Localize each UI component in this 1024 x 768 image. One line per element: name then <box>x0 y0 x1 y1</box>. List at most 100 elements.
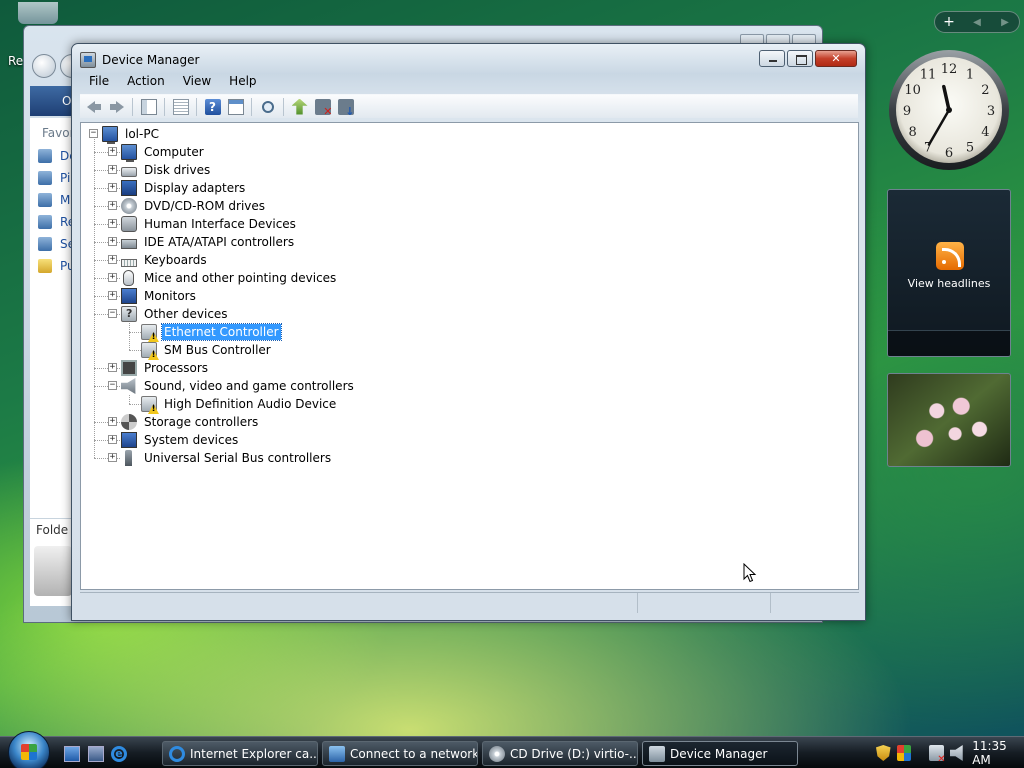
close-button[interactable] <box>815 50 857 67</box>
update-driver-icon <box>291 98 308 115</box>
tree-expand-toggle[interactable]: + <box>108 417 117 426</box>
device-category[interactable]: Mice and other pointing devices <box>121 269 338 287</box>
tree-expand-toggle[interactable]: + <box>108 219 117 228</box>
desktop-icon-label[interactable]: Re <box>8 54 23 68</box>
device-category[interactable]: System devices <box>121 431 240 449</box>
menu-file[interactable]: File <box>80 72 118 92</box>
start-button[interactable] <box>8 731 50 768</box>
taskbar-button-device-manager[interactable]: Device Manager <box>642 741 798 766</box>
clock-gadget[interactable]: 12 1234567891011 <box>887 48 1011 172</box>
search-icon <box>38 237 52 251</box>
tree-expand-toggle[interactable]: + <box>108 237 117 246</box>
device-category[interactable]: Other devices <box>121 305 230 323</box>
menu-action[interactable]: Action <box>118 72 174 92</box>
tree-expand-toggle[interactable]: + <box>108 291 117 300</box>
device-category-label: Monitors <box>144 289 196 303</box>
device-tree[interactable]: − lol-PC + Computer + Disk drives + Display ada… <box>80 122 859 590</box>
security-shield-icon[interactable] <box>876 745 891 761</box>
device-item[interactable]: Ethernet Controller <box>141 323 282 341</box>
usb-device-icon <box>125 450 132 466</box>
device-category-label: Display adapters <box>144 181 246 195</box>
previous-gadgets-icon[interactable]: ◀ <box>963 17 991 28</box>
recycle-bin-icon[interactable] <box>18 2 58 24</box>
taskbar-button-label: Internet Explorer ca... <box>190 746 318 761</box>
tree-expand-toggle[interactable]: + <box>108 453 117 462</box>
tree-root[interactable]: lol-PC <box>102 125 161 144</box>
device-category[interactable]: Display adapters <box>121 179 247 197</box>
tree-expand-toggle[interactable]: − <box>108 381 117 390</box>
tree-expand-toggle[interactable]: − <box>108 309 117 318</box>
device-category[interactable]: Storage controllers <box>121 413 260 431</box>
tree-connector <box>94 139 95 458</box>
tree-expand-toggle[interactable]: + <box>108 363 117 372</box>
tree-expand-toggle[interactable]: + <box>108 435 117 444</box>
device-category-label: Keyboards <box>144 253 207 267</box>
feed-caption[interactable]: View headlines <box>888 277 1010 290</box>
device-item[interactable]: SM Bus Controller <box>141 341 273 359</box>
tree-expand-toggle[interactable]: + <box>108 165 117 174</box>
next-gadgets-icon[interactable]: ▶ <box>991 17 1019 28</box>
taskbar-button-connect-network[interactable]: Connect to a network <box>322 741 478 766</box>
windows-flag-icon[interactable] <box>896 745 912 761</box>
device-category[interactable]: Keyboards <box>121 251 209 269</box>
add-gadget-button[interactable]: + <box>935 14 963 30</box>
cd-drive-icon <box>489 745 505 762</box>
scan-hardware-button[interactable] <box>256 97 279 117</box>
title-bar[interactable]: Device Manager <box>80 51 199 69</box>
sound-device-icon <box>121 378 136 394</box>
device-category[interactable]: IDE ATA/ATAPI controllers <box>121 233 296 251</box>
tree-expand-toggle[interactable]: + <box>108 201 117 210</box>
device-category-label: Sound, video and game controllers <box>144 379 354 393</box>
minimize-button[interactable] <box>759 50 785 67</box>
device-category-label: Processors <box>144 361 209 375</box>
tree-expand-toggle[interactable]: + <box>108 273 117 282</box>
uninstall-button[interactable] <box>311 97 334 118</box>
slideshow-gadget[interactable] <box>887 373 1011 467</box>
taskbar-button-internet-explorer[interactable]: Internet Explorer ca... <box>162 741 318 766</box>
switch-windows-icon[interactable] <box>88 746 104 762</box>
tree-expand-toggle[interactable]: + <box>108 147 117 156</box>
back-nav-button[interactable] <box>32 54 56 78</box>
properties-button[interactable] <box>169 97 192 117</box>
device-category[interactable]: Human Interface Devices <box>121 215 298 233</box>
disable-button[interactable] <box>334 97 357 118</box>
taskbar-clock[interactable]: 11:35 AM <box>972 739 1024 767</box>
device-category[interactable]: Computer <box>121 143 206 162</box>
volume-icon[interactable] <box>949 745 963 761</box>
root-collapse-toggle[interactable]: − <box>89 129 98 138</box>
back-button[interactable] <box>82 97 105 117</box>
pc-device-icon <box>121 144 137 162</box>
update-driver-button[interactable] <box>288 97 311 117</box>
disable-icon <box>337 98 355 118</box>
device-category[interactable]: Processors <box>121 359 210 377</box>
device-category[interactable]: DVD/CD-ROM drives <box>121 197 267 215</box>
device-manager-window[interactable]: Device Manager File Action View Help − lo… <box>71 43 866 621</box>
view-button[interactable] <box>224 97 247 117</box>
pictures-icon <box>38 171 52 185</box>
device-category-label: Storage controllers <box>144 415 259 429</box>
device-category[interactable]: Sound, video and game controllers <box>121 377 356 395</box>
internet-explorer-icon[interactable]: e <box>111 746 127 762</box>
tree-expand-toggle[interactable]: + <box>108 183 117 192</box>
tree-expand-toggle[interactable]: + <box>108 255 117 264</box>
forward-button[interactable] <box>105 97 128 117</box>
device-category[interactable]: Universal Serial Bus controllers <box>121 449 333 467</box>
help-button[interactable] <box>201 97 224 117</box>
device-category[interactable]: Monitors <box>121 287 198 305</box>
rss-feed-icon <box>936 242 964 270</box>
cpu-device-icon <box>121 360 137 376</box>
menu-help[interactable]: Help <box>220 72 265 92</box>
taskbar-button-cd-drive[interactable]: CD Drive (D:) virtio-... <box>482 741 638 766</box>
show-desktop-icon[interactable] <box>64 746 80 762</box>
maximize-button[interactable] <box>787 50 813 67</box>
device-item[interactable]: High Definition Audio Device <box>141 395 338 413</box>
network-disconnected-icon[interactable] <box>929 745 945 765</box>
disk-device-icon <box>121 167 137 177</box>
show-hide-console-tree-button[interactable] <box>137 97 160 117</box>
device-category[interactable]: Disk drives <box>121 161 212 179</box>
feed-headlines-gadget[interactable]: View headlines <box>887 189 1011 357</box>
tree-connector <box>129 323 130 350</box>
menu-view[interactable]: View <box>174 72 220 92</box>
clock-numeral: 8 <box>908 125 916 140</box>
menu-bar: File Action View Help <box>80 72 266 92</box>
